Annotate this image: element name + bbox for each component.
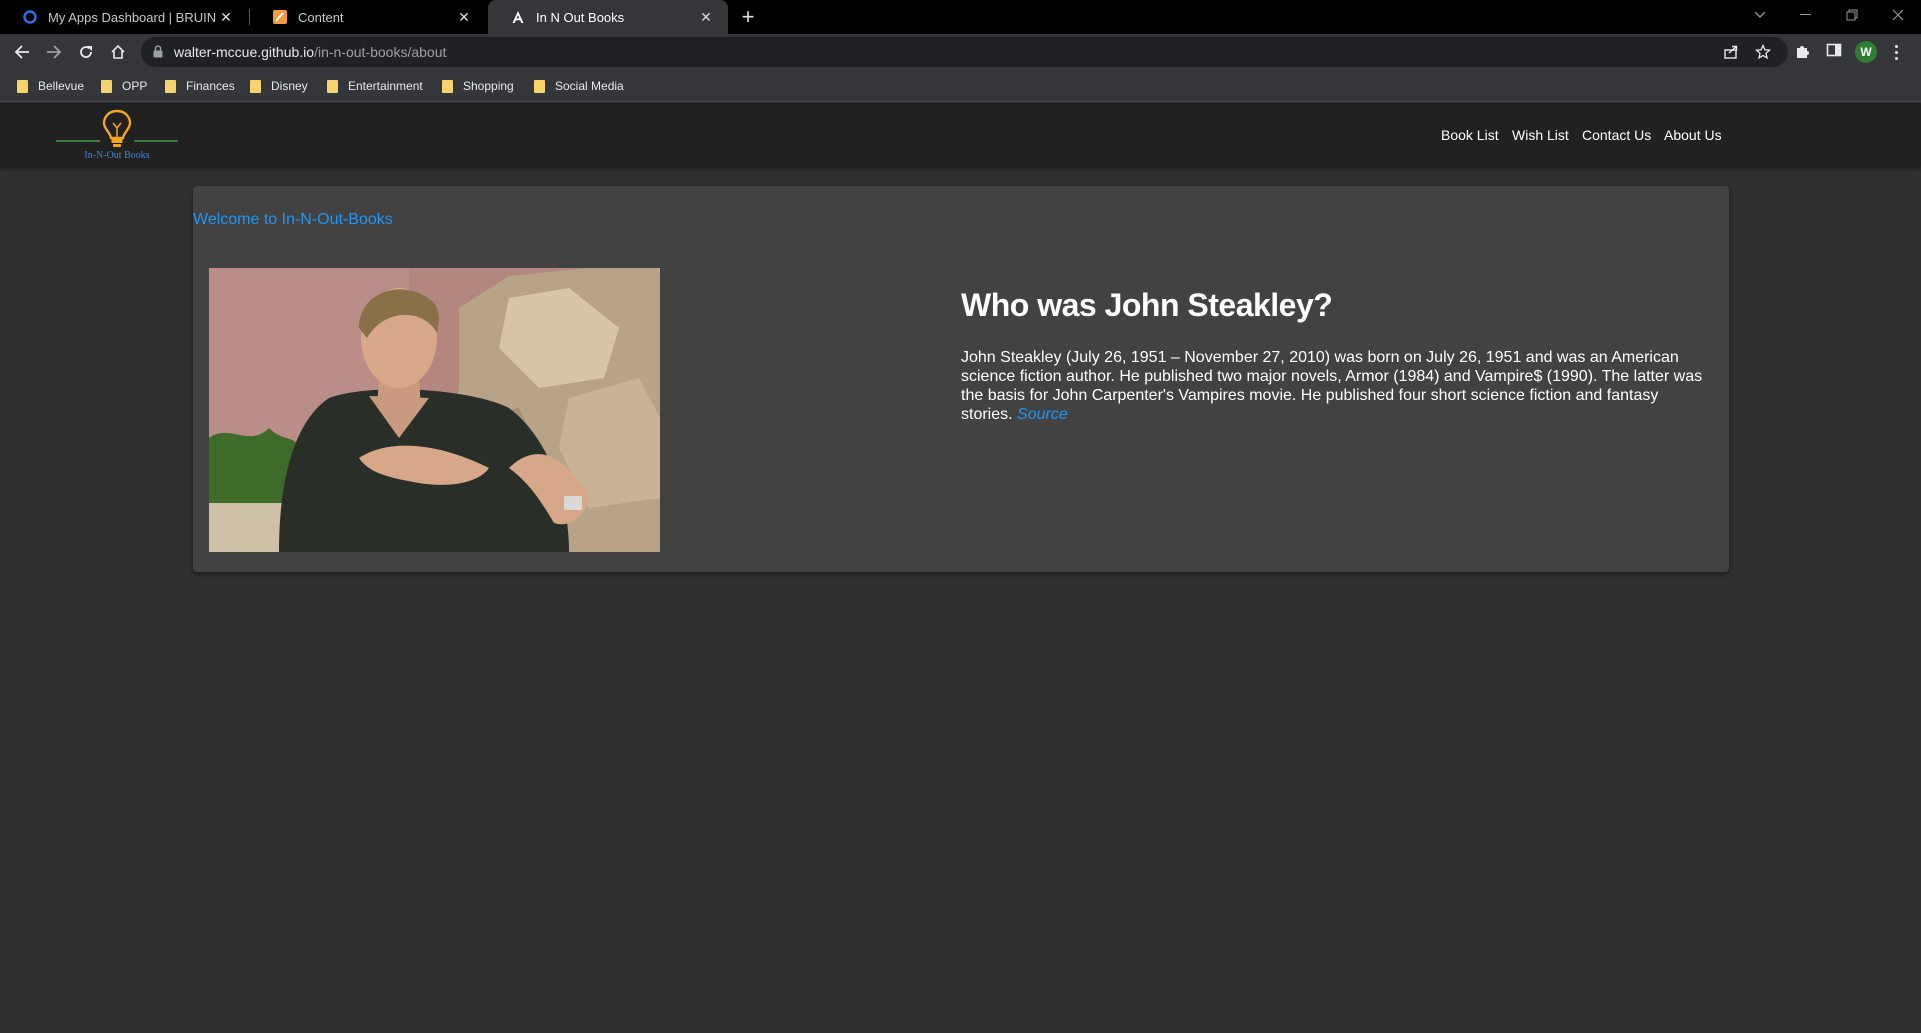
tab-search-icon[interactable] — [1737, 0, 1783, 30]
about-card: Welcome to In-N-Out-Books Who was John S… — [193, 186, 1729, 572]
pencil-icon — [272, 9, 288, 25]
bio-paragraph: John Steakley (July 26, 1951 – November … — [961, 348, 1709, 424]
bookmark-star-icon[interactable] — [1754, 43, 1772, 65]
bookmark-folder-shopping[interactable]: Shopping — [442, 76, 514, 96]
bookmark-label: Finances — [186, 79, 235, 93]
folder-icon — [327, 79, 338, 93]
forward-arrow-icon[interactable] — [40, 38, 68, 66]
okta-icon — [22, 9, 38, 25]
folder-icon — [534, 79, 545, 93]
browser-toolbar: walter-mccue.github.io/in-n-out-books/ab… — [0, 34, 1921, 70]
profile-avatar[interactable]: W — [1855, 41, 1877, 63]
new-tab-button[interactable]: + — [736, 4, 760, 29]
bookmark-folder-disney[interactable]: Disney — [250, 76, 308, 96]
lock-icon[interactable] — [153, 45, 163, 63]
author-photo — [209, 268, 660, 552]
reload-icon[interactable] — [72, 38, 100, 66]
url-host: walter-mccue.github.io — [174, 44, 315, 60]
url-text: walter-mccue.github.io/in-n-out-books/ab… — [174, 44, 446, 60]
restore-icon[interactable] — [1829, 0, 1875, 30]
bookmark-label: Disney — [271, 79, 308, 93]
folder-icon — [165, 79, 176, 93]
tab-title: Content — [298, 9, 344, 25]
browser-menu-icon[interactable] — [1890, 40, 1902, 64]
address-bar[interactable]: walter-mccue.github.io/in-n-out-books/ab… — [141, 37, 1788, 67]
tab-title: My Apps Dashboard | BRUIN Co — [48, 9, 218, 25]
welcome-text: Welcome to In-N-Out-Books — [193, 211, 393, 228]
bio-heading: Who was John Steakley? — [961, 287, 1333, 323]
close-window-icon[interactable] — [1875, 0, 1921, 30]
lightbulb-icon — [56, 109, 178, 147]
angular-icon — [510, 9, 526, 25]
tab-title: In N Out Books — [536, 9, 625, 25]
share-icon[interactable] — [1723, 44, 1739, 65]
extensions-puzzle-icon[interactable] — [1794, 42, 1812, 65]
bookmark-label: Shopping — [463, 79, 514, 93]
url-path: /in-n-out-books/about — [314, 44, 447, 60]
bookmark-label: Entertainment — [348, 79, 423, 93]
bio-text: John Steakley (July 26, 1951 – November … — [961, 349, 1703, 423]
bookmark-folder-entertainment[interactable]: Entertainment — [327, 76, 423, 96]
close-tab-icon[interactable]: ✕ — [218, 9, 234, 25]
side-panel-icon[interactable] — [1826, 42, 1842, 63]
john-steakley-photo — [209, 268, 660, 552]
folder-icon — [250, 79, 261, 93]
bookmark-label: Bellevue — [38, 79, 85, 93]
tab-in-n-out-books[interactable]: In N Out Books ✕ — [488, 0, 728, 34]
bookmark-folder-opp[interactable]: OPP — [101, 76, 147, 96]
back-arrow-icon[interactable] — [8, 38, 36, 66]
site-logo[interactable]: In-N-Out Books — [56, 107, 178, 163]
minimize-icon[interactable] — [1783, 0, 1829, 30]
nav-contact-us[interactable]: Contact Us — [1582, 127, 1651, 143]
bookmark-folder-finances[interactable]: Finances — [165, 76, 235, 96]
bookmark-folder-bellevue[interactable]: Bellevue — [17, 76, 84, 96]
source-link[interactable]: Source — [1017, 406, 1068, 423]
home-icon[interactable] — [104, 38, 132, 66]
tab-content[interactable]: Content ✕ — [250, 0, 486, 34]
nav-book-list[interactable]: Book List — [1441, 127, 1499, 143]
nav-wish-list[interactable]: Wish List — [1512, 127, 1569, 143]
tab-strip: My Apps Dashboard | BRUIN Co ✕ Content ✕… — [0, 0, 1921, 34]
bookmark-folder-social-media[interactable]: Social Media — [534, 76, 624, 96]
bookmark-label: Social Media — [555, 79, 624, 93]
folder-icon — [17, 79, 28, 93]
folder-icon — [442, 79, 453, 93]
brand-name: In-N-Out Books — [84, 150, 150, 161]
close-tab-icon[interactable]: ✕ — [698, 9, 714, 25]
close-tab-icon[interactable]: ✕ — [456, 9, 472, 25]
folder-icon — [101, 79, 112, 93]
nav-about-us[interactable]: About Us — [1664, 127, 1722, 143]
bookmark-label: OPP — [122, 79, 148, 93]
site-header: In-N-Out Books Book List Wish List Conta… — [0, 103, 1921, 167]
bookmarks-bar: Bellevue OPP Finances Disney Entertainme… — [0, 70, 1921, 102]
tab-my-apps[interactable]: My Apps Dashboard | BRUIN Co ✕ — [0, 0, 248, 34]
